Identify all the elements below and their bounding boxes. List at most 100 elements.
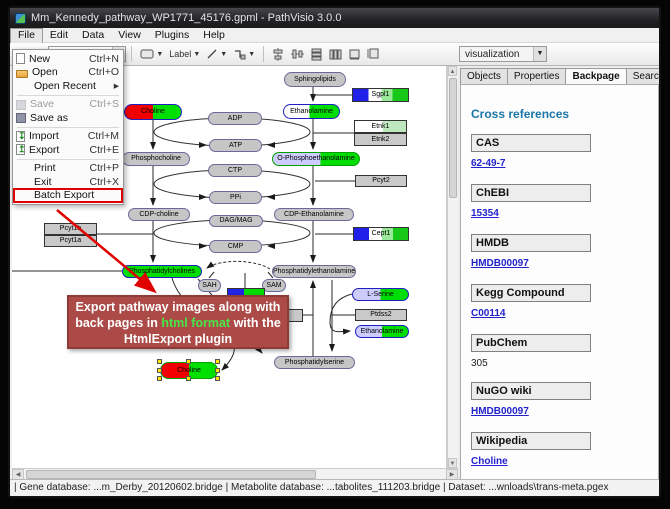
file-menu-item-label: New — [29, 53, 83, 65]
xref-section-chebi: ChEBI 15354 — [471, 184, 658, 221]
xref-section-hmdb: HMDB HMDB00097 — [471, 234, 658, 271]
menu-shortcut: Ctrl+O — [88, 66, 119, 78]
status-bar: | Gene database: ...m_Derby_20120602.bri… — [10, 479, 659, 496]
menu-shortcut: Ctrl+M — [88, 130, 119, 142]
menu-shortcut: Ctrl+X — [90, 176, 119, 188]
line-tool-button[interactable]: ▼ — [204, 45, 229, 63]
file-menu-item-export[interactable]: ExportCtrl+E — [14, 143, 122, 157]
stack-horizontal-icon — [329, 48, 342, 61]
visualization-combobox[interactable]: visualization ▼ — [459, 46, 547, 62]
folder-icon — [16, 70, 28, 78]
menu-data[interactable]: Data — [75, 28, 111, 43]
pathvisio-icon — [15, 13, 26, 24]
menu-view[interactable]: View — [111, 28, 148, 43]
chevron-down-icon: ▼ — [220, 51, 227, 58]
label-tool-button[interactable]: Label ▼ — [167, 45, 202, 63]
xref-header: NuGO wiki — [471, 382, 591, 400]
xref-section-cas: CAS62-49-7 — [471, 134, 658, 171]
app-window: Mm_Kennedy_pathway_WP1771_45176.gpml - P… — [8, 6, 661, 498]
menu-bar: FileEditDataViewPluginsHelp — [10, 28, 659, 43]
menu-shortcut: Ctrl+N — [89, 53, 119, 65]
chevron-down-icon: ▼ — [248, 51, 255, 58]
xref-link[interactable]: 15354 — [471, 208, 499, 219]
empty-icon — [16, 189, 30, 201]
xref-section-wikipedia: Wikipedia Choline — [471, 432, 658, 469]
connector-tool-button[interactable]: ▼ — [231, 45, 257, 63]
saveas-icon — [16, 113, 26, 123]
scroll-up-icon[interactable]: ▲ — [448, 66, 457, 76]
file-menu-item-open[interactable]: OpenCtrl+O — [14, 66, 122, 80]
gene-tool-button[interactable]: ▼ — [138, 45, 165, 63]
line-icon — [206, 48, 218, 60]
gene-icon — [140, 49, 154, 59]
file-menu-item-label: Batch Export — [34, 189, 113, 201]
side-panel-tabs: ObjectsPropertiesBackpageSearchLegend — [458, 66, 661, 86]
file-menu-item-label: Exit — [34, 176, 84, 188]
toolbar-separator — [131, 46, 132, 62]
xref-value: 305 — [471, 358, 658, 369]
xref-header: ChEBI — [471, 184, 591, 202]
vertical-scroll-thumb[interactable] — [449, 78, 457, 198]
annotation-callout: Export pathway images along with back pa… — [67, 295, 289, 349]
menu-edit[interactable]: Edit — [43, 28, 75, 43]
backpage-panel: Cross references CAS62-49-7 ChEBI 15354 HMD… — [460, 84, 659, 480]
submenu-arrow-icon: ▸ — [114, 80, 119, 92]
canvas-vertical-scrollbar[interactable]: ▲ ▼ — [447, 66, 457, 468]
file-menu-item-label: Import — [29, 130, 82, 142]
xref-section-nugo-wiki: NuGO wiki HMDB00097 — [471, 382, 658, 419]
xref-link[interactable]: C00114 — [471, 308, 505, 319]
status-text: | Gene database: ...m_Derby_20120602.bri… — [14, 482, 608, 493]
annotation-arrow — [57, 210, 153, 290]
empty-icon — [16, 162, 30, 174]
xref-link[interactable]: HMDB00097 — [471, 406, 529, 417]
visualization-value: visualization — [465, 49, 519, 60]
stack-horizontal-button[interactable] — [327, 45, 344, 63]
menu-separator — [17, 127, 119, 128]
file-menu-item-open-recent[interactable]: Open Recent▸ — [14, 79, 122, 93]
xref-link[interactable]: 62-49-7 — [471, 158, 505, 169]
file-menu-item-label: Save as — [30, 112, 113, 124]
file-menu-item-save-as[interactable]: Save as — [14, 111, 122, 125]
file-menu-item-exit[interactable]: Exit Ctrl+X — [14, 175, 122, 189]
align-vertical-center-button[interactable] — [270, 45, 287, 63]
menu-help[interactable]: Help — [196, 28, 232, 43]
menu-separator — [17, 95, 119, 96]
import-icon — [16, 131, 25, 142]
common-height-button[interactable] — [365, 45, 382, 63]
file-menu: New Ctrl+NOpenCtrl+OOpen Recent▸ Save Ctrl+… — [12, 49, 124, 205]
file-menu-item-print[interactable]: PrintCtrl+P — [14, 162, 122, 176]
file-menu-item-label: Save — [30, 98, 84, 110]
xref-link[interactable]: Choline — [471, 456, 508, 467]
xref-header: PubChem — [471, 334, 591, 352]
align-horizontal-center-button[interactable] — [289, 45, 306, 63]
common-width-icon — [348, 48, 361, 60]
stack-vertical-button[interactable] — [308, 45, 325, 63]
chevron-down-icon[interactable]: ▼ — [533, 47, 546, 61]
cross-references-heading: Cross references — [471, 107, 658, 121]
file-menu-item-save[interactable]: Save Ctrl+S — [14, 98, 122, 112]
scroll-down-icon[interactable]: ▼ — [448, 458, 457, 468]
xref-link[interactable]: HMDB00097 — [471, 258, 529, 269]
window-title: Mm_Kennedy_pathway_WP1771_45176.gpml - P… — [31, 12, 341, 24]
horizontal-scroll-thumb[interactable] — [26, 470, 316, 479]
menu-plugins[interactable]: Plugins — [148, 28, 196, 43]
common-width-button[interactable] — [346, 45, 363, 63]
file-menu-item-new[interactable]: New Ctrl+N — [14, 52, 122, 66]
menu-shortcut: Ctrl+S — [90, 98, 119, 110]
empty-icon — [16, 176, 30, 188]
callout-highlight: html format — [161, 316, 230, 330]
empty-icon — [16, 80, 30, 92]
align-horizontal-center-icon — [291, 48, 304, 61]
xref-section-kegg-compound: Kegg CompoundC00114 — [471, 284, 658, 321]
menu-file[interactable]: File — [10, 28, 43, 43]
file-menu-item-import[interactable]: Import Ctrl+M — [14, 130, 122, 144]
file-menu-item-label: Print — [34, 162, 84, 174]
connector-icon — [233, 48, 246, 60]
xref-header: Wikipedia — [471, 432, 591, 450]
xref-section-pubchem: PubChem 305 — [471, 334, 658, 369]
title-bar[interactable]: Mm_Kennedy_pathway_WP1771_45176.gpml - P… — [10, 8, 659, 28]
file-menu-item-batch-export[interactable]: Batch Export — [14, 189, 122, 203]
xref-header: HMDB — [471, 234, 591, 252]
export-icon — [16, 144, 25, 155]
align-vertical-center-icon — [272, 48, 285, 61]
